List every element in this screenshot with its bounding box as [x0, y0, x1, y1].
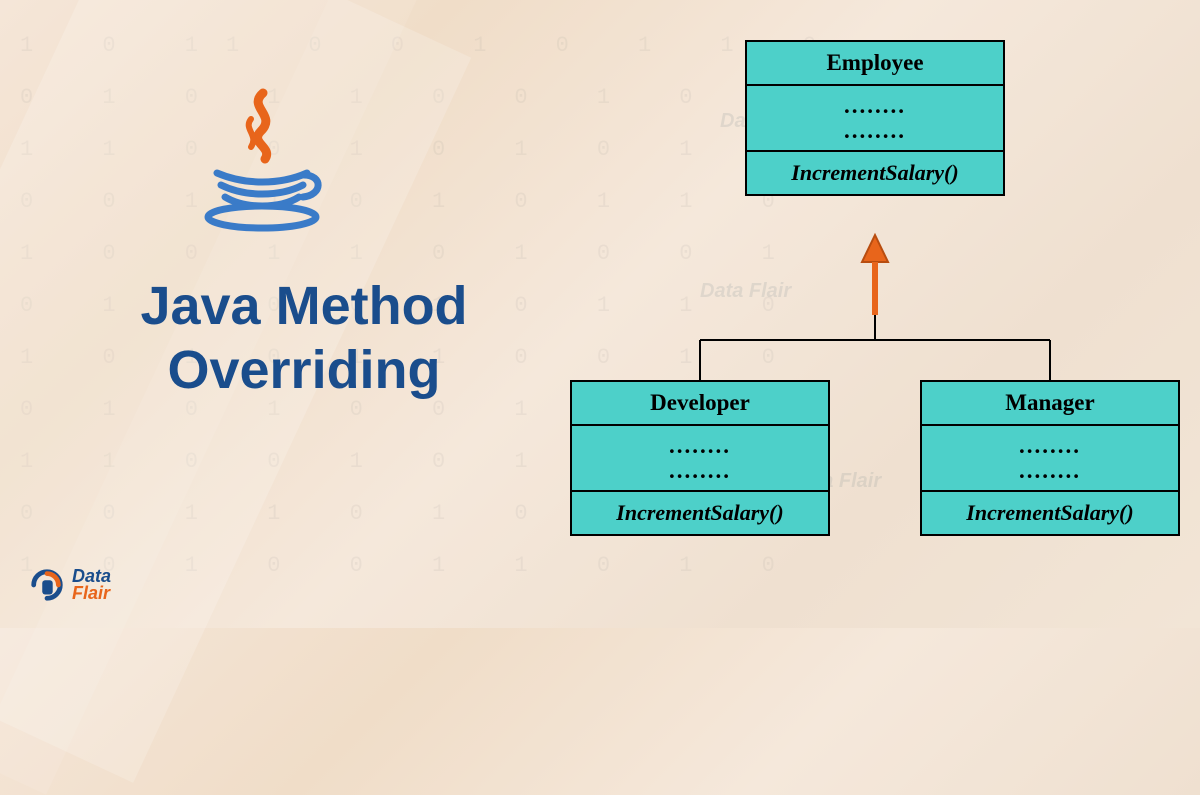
dataflair-icon	[28, 566, 66, 604]
class-name: Developer	[572, 382, 828, 426]
ellipsis: ........	[578, 459, 822, 482]
ellipsis: ........	[753, 119, 997, 142]
dataflair-logo: Data Flair	[28, 566, 111, 604]
uml-diagram: Employee ........ ........ IncrementSala…	[570, 40, 1180, 595]
logo-text-flair: Flair	[72, 585, 111, 602]
class-box-developer: Developer ........ ........ IncrementSal…	[570, 380, 830, 536]
class-name: Manager	[922, 382, 1178, 426]
ellipsis: ........	[578, 434, 822, 457]
class-method: IncrementSalary()	[572, 492, 828, 534]
page-title: Java Method Overriding	[44, 275, 564, 402]
class-method: IncrementSalary()	[922, 492, 1178, 534]
title-line-2: Overriding	[44, 339, 564, 403]
ellipsis: ........	[753, 94, 997, 117]
class-method: IncrementSalary()	[747, 152, 1003, 194]
class-attributes: ........ ........	[747, 86, 1003, 152]
class-attributes: ........ ........	[572, 426, 828, 492]
class-name: Employee	[747, 42, 1003, 86]
ellipsis: ........	[928, 434, 1172, 457]
class-attributes: ........ ........	[922, 426, 1178, 492]
ellipsis: ........	[928, 459, 1172, 482]
class-box-employee: Employee ........ ........ IncrementSala…	[745, 40, 1005, 196]
class-box-manager: Manager ........ ........ IncrementSalar…	[920, 380, 1180, 536]
java-logo-icon	[195, 85, 325, 235]
title-line-1: Java Method	[44, 275, 564, 339]
